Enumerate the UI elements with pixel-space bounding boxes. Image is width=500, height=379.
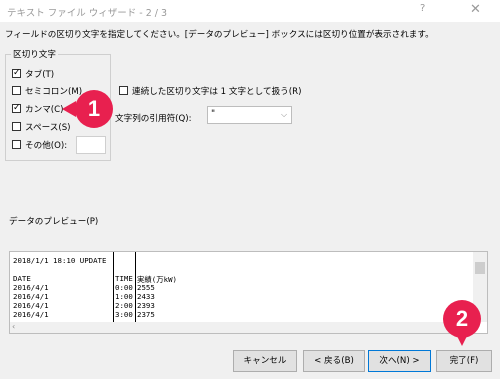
space-checkbox[interactable] [12, 122, 21, 131]
tab-label[interactable]: タブ(T) [25, 68, 54, 80]
step-badge-2: 2 [443, 300, 481, 338]
preview-cell: 2375 [137, 310, 155, 319]
back-button[interactable]: < 戻る(B) [303, 350, 365, 372]
preview-cell: 3:00 [115, 310, 133, 319]
cancel-button[interactable]: キャンセル [233, 350, 297, 372]
help-icon[interactable]: ? [420, 3, 425, 14]
tab-checkbox[interactable] [12, 67, 21, 79]
semicolon-checkbox[interactable] [12, 86, 21, 95]
preview-cell: 2016/4/1 [13, 283, 49, 292]
close-icon[interactable]: ✕ [470, 2, 481, 17]
vertical-scroll-thumb[interactable] [475, 262, 485, 274]
consecutive-label[interactable]: 連続した区切り文字は 1 文字として扱う(R) [132, 85, 301, 97]
finish-button[interactable]: 完了(F) [436, 350, 492, 372]
preview-cell: 0:00 [115, 283, 133, 292]
comma-checkbox[interactable] [12, 102, 21, 114]
preview-cell: 2016/4/1 [13, 301, 49, 310]
text-qualifier-value: " [211, 109, 216, 119]
other-delimiter-input[interactable] [76, 136, 106, 154]
delimiter-group-label: 区切り文字 [11, 48, 58, 60]
space-label[interactable]: スペース(S) [25, 121, 71, 133]
window-title: テキスト ファイル ウィザード - 2 / 3 [7, 8, 168, 19]
preview-cell: TIME [115, 274, 133, 283]
preview-cell: 2555 [137, 283, 155, 292]
preview-cell: 2018/1/1 18:10 UPDATE [13, 256, 107, 265]
text-qualifier-label: 文字列の引用符(Q): [115, 114, 192, 124]
column-break-line[interactable] [113, 252, 114, 324]
column-break-line[interactable] [135, 252, 136, 324]
preview-cell: DATE [13, 274, 31, 283]
badge-pointer [62, 101, 76, 117]
text-qualifier-select[interactable] [207, 106, 292, 124]
comma-label[interactable]: カンマ(C) [25, 103, 64, 115]
preview-cell: 2:00 [115, 301, 133, 310]
preview-cell: 2016/4/1 [13, 292, 49, 301]
preview-cell: 1:00 [115, 292, 133, 301]
semicolon-label[interactable]: セミコロン(M) [25, 85, 82, 97]
preview-cell: 2433 [137, 292, 155, 301]
step-badge-1: 1 [75, 90, 113, 128]
instruction-text: フィールドの区切り文字を指定してください。[データのプレビュー] ボックスには区… [5, 30, 434, 40]
next-button[interactable]: 次へ(N) > [368, 350, 431, 372]
chevron-down-icon[interactable]: ⌵ [281, 110, 287, 120]
preview-cell: 2016/4/1 [13, 310, 49, 319]
other-label[interactable]: その他(O): [25, 139, 67, 151]
preview-cell: 2393 [137, 301, 155, 310]
preview-label: データのプレビュー(P) [9, 217, 99, 227]
scroll-left-icon[interactable]: ‹ [12, 322, 15, 331]
other-checkbox[interactable] [12, 140, 21, 149]
horizontal-scrollbar[interactable] [10, 322, 473, 333]
consecutive-checkbox[interactable] [119, 86, 128, 95]
